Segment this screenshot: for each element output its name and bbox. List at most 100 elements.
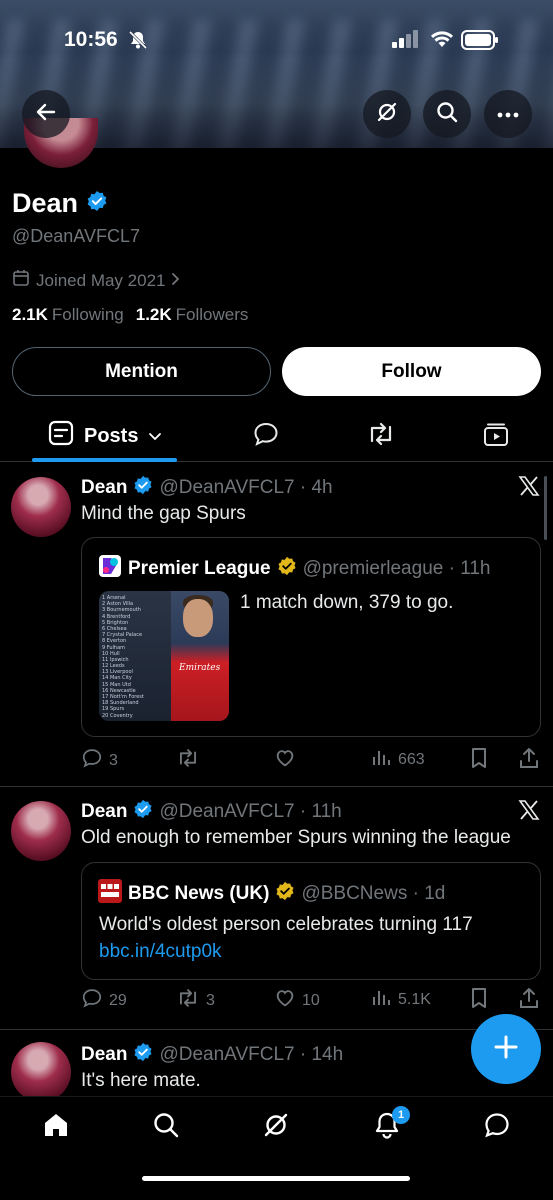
grok-icon: [375, 100, 399, 129]
mention-button[interactable]: Mention: [12, 347, 271, 396]
repost-icon: [176, 987, 200, 1014]
post-header: Dean @DeanAVFCL7 · 4h: [81, 475, 333, 501]
status-time: 10:56: [64, 28, 118, 51]
bookmark-icon: [469, 987, 489, 1014]
arrow-left-icon: [35, 101, 57, 128]
chevron-right-icon: [171, 271, 181, 291]
post-text: Old enough to remember Spurs winning the…: [81, 827, 511, 848]
grok-icon: [262, 1113, 290, 1143]
share-icon: [519, 747, 539, 774]
nav-grok[interactable]: [262, 1111, 290, 1144]
reply-button[interactable]: 3: [81, 747, 118, 774]
active-tab-indicator: [32, 458, 177, 462]
heart-icon: [274, 747, 296, 774]
posts-icon: [48, 420, 74, 452]
post-actions: 3 663: [0, 747, 553, 777]
share-icon: [519, 987, 539, 1014]
follow-counts: 2.1K Following 1.2K Followers: [12, 305, 248, 325]
followers-link[interactable]: 1.2K Followers: [136, 305, 249, 325]
post-author-name[interactable]: Dean: [81, 801, 127, 823]
followers-label: Followers: [175, 305, 249, 324]
nav-messages[interactable]: [483, 1111, 511, 1144]
reply-button[interactable]: 29: [81, 987, 127, 1014]
quote-image[interactable]: 1 Arsenal 2 Aston Villa 3 Bournemouth 4 …: [99, 591, 229, 721]
quote-handle-time: @premierleague · 11h: [302, 558, 491, 579]
bookmark-icon: [469, 747, 489, 774]
quoted-post[interactable]: Premier League @premierleague · 11h 1 Ar…: [81, 537, 541, 737]
repost-button[interactable]: 3: [176, 987, 215, 1014]
grok-button[interactable]: [363, 90, 411, 138]
followers-count: 1.2K: [135, 305, 172, 324]
quote-author-name: BBC News (UK): [128, 883, 270, 904]
quote-link[interactable]: bbc.in/4cutp0k: [99, 941, 222, 963]
nav-search[interactable]: [152, 1111, 180, 1144]
post-author-name[interactable]: Dean: [81, 1044, 127, 1066]
verified-badge-icon: [133, 1042, 153, 1068]
post-handle-time: @DeanAVFCL7 · 11h: [159, 801, 342, 822]
league-table-image: 1 Arsenal 2 Aston Villa 3 Bournemouth 4 …: [99, 591, 171, 721]
status-bar: 10:56: [0, 0, 553, 82]
calendar-icon: [12, 269, 30, 292]
post-avatar[interactable]: [11, 1042, 71, 1102]
quote-header: Premier League @premierleague · 11h: [98, 554, 491, 584]
following-link[interactable]: 2.1K Following: [12, 305, 124, 325]
tab-reposts[interactable]: [366, 420, 396, 453]
search-icon: [435, 100, 459, 129]
post-avatar[interactable]: [11, 477, 71, 537]
reply-count: 29: [109, 991, 127, 1009]
chevron-down-icon: [148, 425, 162, 448]
quote-text: World's oldest person celebrates turning…: [99, 914, 473, 935]
reply-count: 3: [109, 751, 118, 769]
post-author-name[interactable]: Dean: [81, 477, 127, 499]
shirt-sponsor: Emirates: [179, 663, 221, 673]
post-header: Dean @DeanAVFCL7 · 11h: [81, 799, 342, 825]
post-actions: 29 3 10 5.1K: [0, 987, 553, 1017]
post-avatar[interactable]: [11, 801, 71, 861]
post-item[interactable]: Dean @DeanAVFCL7 · 11h Old enough to rem…: [0, 787, 553, 1030]
message-bubble-icon: [483, 1113, 511, 1143]
cellular-signal-icon: [392, 30, 420, 53]
bookmark-button[interactable]: [469, 987, 489, 1014]
tab-posts[interactable]: Posts: [48, 420, 162, 452]
reply-icon: [81, 747, 103, 774]
quote-header: BBC News (UK) @BBCNews · 1d: [98, 879, 445, 909]
home-icon: [42, 1114, 70, 1143]
x-logo-icon[interactable]: [518, 799, 540, 826]
verified-gold-badge-icon: [277, 556, 297, 582]
joined-date[interactable]: Joined May 2021: [12, 269, 181, 292]
like-count: 10: [302, 991, 320, 1009]
post-item[interactable]: Dean @DeanAVFCL7 · 14h It's here mate.: [0, 1030, 553, 1102]
repost-button[interactable]: [176, 747, 206, 774]
quote-text: 1 match down, 379 to go.: [240, 592, 454, 613]
repost-icon: [176, 747, 200, 774]
back-button[interactable]: [22, 90, 70, 138]
search-button[interactable]: [423, 90, 471, 138]
premier-league-logo-icon: [98, 554, 122, 584]
verified-gold-badge-icon: [275, 881, 295, 907]
share-button[interactable]: [519, 747, 539, 774]
repost-icon: [366, 422, 396, 452]
tab-posts-label: Posts: [84, 424, 139, 447]
post-item[interactable]: Dean @DeanAVFCL7 · 4h Mind the gap Spurs…: [0, 463, 553, 787]
compose-post-button[interactable]: [471, 1014, 541, 1084]
post-text: It's here mate.: [81, 1070, 201, 1091]
like-button[interactable]: [274, 747, 302, 774]
bookmark-button[interactable]: [469, 747, 489, 774]
video-icon: [482, 423, 510, 452]
nav-home[interactable]: [42, 1111, 70, 1144]
more-dots-icon: [497, 105, 519, 123]
x-logo-icon[interactable]: [518, 475, 540, 502]
table-row: 20 Coventry: [102, 712, 133, 719]
more-options-button[interactable]: [484, 90, 532, 138]
joined-text: Joined May 2021: [36, 270, 166, 290]
verified-badge-icon: [86, 188, 108, 219]
views-button[interactable]: 663: [372, 747, 425, 772]
views-button[interactable]: 5.1K: [372, 987, 431, 1012]
quoted-post[interactable]: BBC News (UK) @BBCNews · 1d World's olde…: [81, 862, 541, 980]
bbc-news-logo-icon: [98, 879, 122, 909]
like-button[interactable]: 10: [274, 987, 320, 1014]
share-button[interactable]: [519, 987, 539, 1014]
follow-button[interactable]: Follow: [282, 347, 541, 396]
tab-media[interactable]: [482, 420, 510, 453]
tab-replies[interactable]: [252, 420, 280, 453]
